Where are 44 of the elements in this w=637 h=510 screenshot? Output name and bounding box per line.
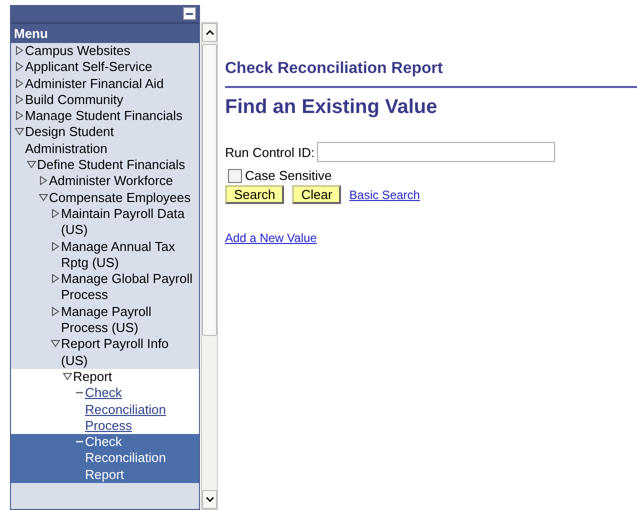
menu-item[interactable]: Define Student Financials	[11, 157, 199, 174]
triangle-down-icon[interactable]	[14, 127, 24, 136]
scroll-thumb[interactable]	[202, 44, 217, 336]
menu-item[interactable]: Report Payroll Info (US)	[11, 336, 199, 369]
triangle-down-icon[interactable]	[26, 160, 36, 170]
menu-item[interactable]: Administer Workforce	[11, 173, 199, 190]
menu-item[interactable]: Manage Payroll Process (US)	[11, 304, 199, 336]
triangle-right-icon[interactable]	[38, 176, 48, 186]
menu-title: Menu	[11, 22, 199, 43]
triangle-right-icon[interactable]	[50, 208, 60, 218]
triangle-right-icon[interactable]	[50, 274, 60, 284]
menu-item[interactable]: Report	[11, 368, 199, 386]
menu-item[interactable]: Applicant Self-Service	[11, 59, 199, 76]
checkbox-label: Case Sensitive	[245, 168, 332, 183]
page-title: Check Reconciliation Report	[225, 60, 637, 88]
search-button[interactable]: Search	[225, 185, 284, 204]
minus-icon	[186, 12, 193, 14]
triangle-down-icon[interactable]	[38, 192, 48, 202]
page-heading: Find an Existing Value	[225, 96, 438, 119]
scroll-up-button[interactable]	[202, 23, 217, 42]
triangle-right-icon[interactable]	[50, 242, 60, 251]
menu-item[interactable]: Compensate Employees	[11, 190, 199, 206]
triangle-right-icon[interactable]	[50, 306, 60, 316]
basic-search-link[interactable]: Basic Search	[349, 188, 420, 202]
checkbox[interactable]	[228, 168, 242, 182]
triangle-down-icon[interactable]	[62, 372, 72, 381]
clear-button[interactable]: Clear	[292, 185, 342, 204]
run-control-id-field[interactable]	[316, 142, 555, 162]
selected-menu-item[interactable]: Check Reconciliation Report	[11, 434, 199, 484]
menu-item[interactable]: Build Community	[11, 92, 199, 108]
scroll-down-button[interactable]	[202, 490, 217, 509]
menu-item[interactable]: Maintain Payroll Data (US)	[11, 206, 199, 239]
add-new-value-link[interactable]: Add a New Value	[225, 231, 317, 245]
menu-item[interactable]: Manage Student Financials	[11, 108, 199, 124]
scrollbar[interactable]	[201, 22, 218, 510]
menu-item[interactable]: Check Reconciliation Process	[11, 385, 199, 434]
menu-item[interactable]: Manage Global Payroll Process	[11, 271, 199, 304]
menu-item[interactable]: Administer Financial Aid	[11, 76, 199, 92]
triangle-down-icon[interactable]	[50, 339, 60, 348]
collapse-button[interactable]	[183, 7, 196, 20]
menu-item[interactable]: Design Student Administration	[11, 124, 199, 158]
menu-item[interactable]: Campus Websites	[11, 43, 199, 60]
menu-item[interactable]: Manage Annual Tax Rptg (US)	[11, 238, 199, 272]
field-label: Run Control ID:	[225, 144, 315, 160]
